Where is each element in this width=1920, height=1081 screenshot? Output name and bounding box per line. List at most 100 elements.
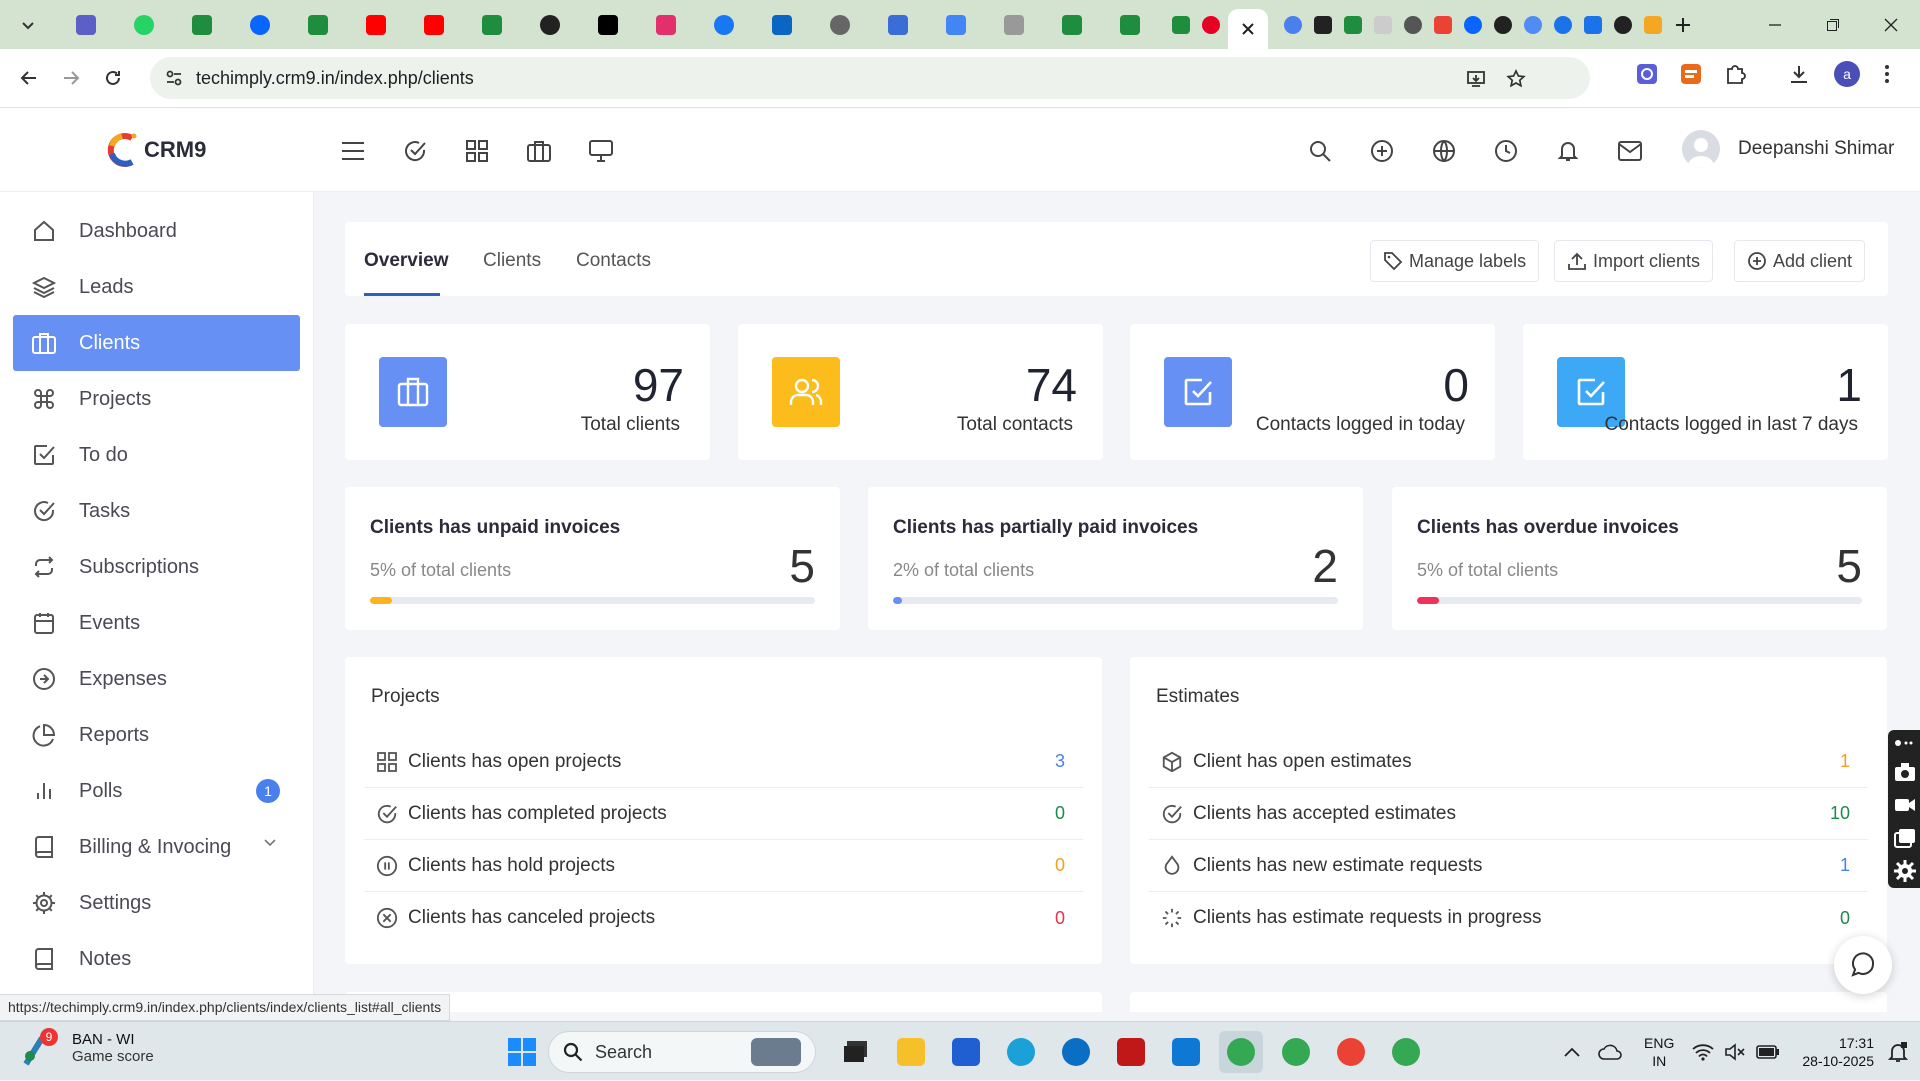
user-avatar[interactable]	[1682, 130, 1720, 168]
tab-youtube-icon[interactable]	[414, 8, 454, 42]
notification-bell-icon[interactable]	[1553, 136, 1583, 166]
sidebar-item-clients[interactable]: Clients	[13, 315, 300, 371]
address-bar[interactable]: techimply.crm9.in/index.php/clients	[150, 57, 1590, 99]
restore-icon[interactable]	[1804, 0, 1862, 49]
todo-check-icon[interactable]	[400, 136, 430, 166]
tab-facebook-icon[interactable]	[704, 8, 744, 42]
back-arrow-icon[interactable]	[8, 57, 50, 99]
briefcase-icon[interactable]	[524, 136, 554, 166]
tab-info-icon[interactable]	[1550, 8, 1576, 42]
stat-card-total-contacts[interactable]: 74 Total contacts	[738, 324, 1103, 460]
wifi-icon[interactable]	[1692, 1043, 1714, 1061]
chrome-icon[interactable]	[1329, 1031, 1373, 1073]
tab-search-icon[interactable]	[8, 8, 48, 42]
notifications-icon[interactable]	[1888, 1041, 1908, 1063]
forward-arrow-icon[interactable]	[50, 57, 92, 99]
bookmark-star-icon[interactable]	[1506, 69, 1526, 89]
minimize-icon[interactable]	[1746, 0, 1804, 49]
chrome-icon[interactable]	[1219, 1031, 1263, 1073]
invoice-card-overdue[interactable]: Clients has overdue invoices 5% of total…	[1392, 487, 1887, 630]
video-camera-icon[interactable]	[1894, 796, 1916, 814]
sidebar-item-events[interactable]: Events	[13, 595, 300, 651]
chrome-icon[interactable]	[1384, 1031, 1428, 1073]
tab-sheets-icon[interactable]	[298, 8, 338, 42]
tab-globe-icon[interactable]	[820, 8, 860, 42]
list-item-count[interactable]: 0	[1055, 803, 1065, 824]
crm9-logo[interactable]: CRM9	[106, 132, 206, 168]
list-item-completed-projects[interactable]: Clients has completed projects 0	[364, 788, 1083, 840]
stat-card-logged-in-today[interactable]: 0 Contacts logged in today	[1130, 324, 1495, 460]
import-clients-button[interactable]: Import clients	[1554, 240, 1714, 282]
list-item-accepted-estimates[interactable]: Clients has accepted estimates 10	[1149, 788, 1868, 840]
apps-grid-icon[interactable]	[462, 136, 492, 166]
tab-sheets-icon[interactable]	[182, 8, 222, 42]
windows-icon[interactable]	[1894, 828, 1916, 848]
sidebar-item-notes[interactable]: Notes	[13, 931, 300, 987]
sidebar-item-todo[interactable]: To do	[13, 427, 300, 483]
tab-clients[interactable]: Clients	[483, 250, 541, 272]
chat-button[interactable]	[1834, 936, 1892, 994]
tab-teams-icon[interactable]	[66, 8, 106, 42]
tab-sheets-icon[interactable]	[1052, 8, 1092, 42]
extension-icon[interactable]	[1680, 63, 1702, 85]
download-icon[interactable]	[1788, 63, 1810, 85]
tab-youtube-icon[interactable]	[356, 8, 396, 42]
sidebar-item-settings[interactable]: Settings	[13, 875, 300, 931]
file-explorer-icon[interactable]	[889, 1031, 933, 1073]
extensions-puzzle-icon[interactable]	[1724, 63, 1746, 85]
profile-avatar-icon[interactable]: a	[1834, 61, 1860, 87]
clock[interactable]: 17:31 28-10-2025	[1802, 1034, 1874, 1070]
weather-widget[interactable]: 9 BAN - WI Game score	[20, 1028, 154, 1066]
sidebar-item-expenses[interactable]: Expenses	[13, 651, 300, 707]
extension-icon[interactable]	[1636, 63, 1658, 85]
language-globe-icon[interactable]	[1429, 136, 1459, 166]
dell-icon[interactable]	[1054, 1031, 1098, 1073]
tab-openai-icon[interactable]	[530, 8, 570, 42]
capture-menu-icon[interactable]	[1894, 738, 1914, 748]
add-circle-icon[interactable]	[1367, 136, 1397, 166]
search-icon[interactable]	[1305, 136, 1335, 166]
list-item-count[interactable]: 0	[1840, 908, 1850, 929]
tab-app-icon[interactable]	[1610, 8, 1636, 42]
sidebar-item-leads[interactable]: Leads	[13, 259, 300, 315]
tab-contacts[interactable]: Contacts	[576, 250, 651, 272]
user-menu[interactable]: Deepanshi Shimar	[1682, 130, 1894, 168]
list-item-estimate-requests-in-progress[interactable]: Clients has estimate requests in progres…	[1149, 892, 1868, 944]
list-item-count[interactable]: 0	[1055, 855, 1065, 876]
reload-icon[interactable]	[92, 57, 134, 99]
mail-icon[interactable]	[1615, 136, 1645, 166]
add-client-button[interactable]: Add client	[1734, 240, 1866, 282]
list-item-new-estimate-requests[interactable]: Clients has new estimate requests 1	[1149, 840, 1868, 892]
settings-gear-icon[interactable]	[1894, 860, 1916, 882]
mcafee-icon[interactable]	[1109, 1031, 1153, 1073]
sidebar-item-subscriptions[interactable]: Subscriptions	[13, 539, 300, 595]
list-item-count[interactable]: 10	[1830, 803, 1850, 824]
tab-amazon-icon[interactable]	[1310, 8, 1336, 42]
list-item-canceled-projects[interactable]: Clients has canceled projects 0	[364, 892, 1083, 944]
tab-sheets-icon[interactable]	[1340, 8, 1366, 42]
edge-icon[interactable]	[999, 1031, 1043, 1073]
tab-sheets-icon[interactable]	[472, 8, 512, 42]
task-view-icon[interactable]	[834, 1031, 878, 1073]
sidebar-item-reports[interactable]: Reports	[13, 707, 300, 763]
sidebar-item-dashboard[interactable]: Dashboard	[13, 203, 300, 259]
tab-crm9-icon[interactable]	[1640, 8, 1666, 42]
tab-app-icon[interactable]	[878, 8, 918, 42]
monitor-icon[interactable]	[586, 136, 616, 166]
store-icon[interactable]	[944, 1031, 988, 1073]
new-tab-plus-icon[interactable]	[1670, 8, 1696, 42]
tab-linkedin-icon[interactable]	[762, 8, 802, 42]
tray-chevron-up-icon[interactable]	[1564, 1047, 1580, 1057]
tab-gemini-icon[interactable]	[1520, 8, 1546, 42]
list-item-hold-projects[interactable]: Clients has hold projects 0	[364, 840, 1083, 892]
tab-sheets-icon[interactable]	[1110, 8, 1150, 42]
sidebar-item-tasks[interactable]: Tasks	[13, 483, 300, 539]
site-info-icon[interactable]	[164, 68, 184, 88]
tab-docs-icon[interactable]	[936, 8, 976, 42]
invoice-card-unpaid[interactable]: Clients has unpaid invoices 5% of total …	[345, 487, 840, 630]
clock-icon[interactable]	[1491, 136, 1521, 166]
battery-icon[interactable]	[1756, 1044, 1780, 1059]
manage-labels-button[interactable]: Manage labels	[1370, 240, 1540, 282]
tab-gmail-icon[interactable]	[1430, 8, 1456, 42]
sidebar-item-polls[interactable]: Polls 1	[13, 763, 300, 819]
